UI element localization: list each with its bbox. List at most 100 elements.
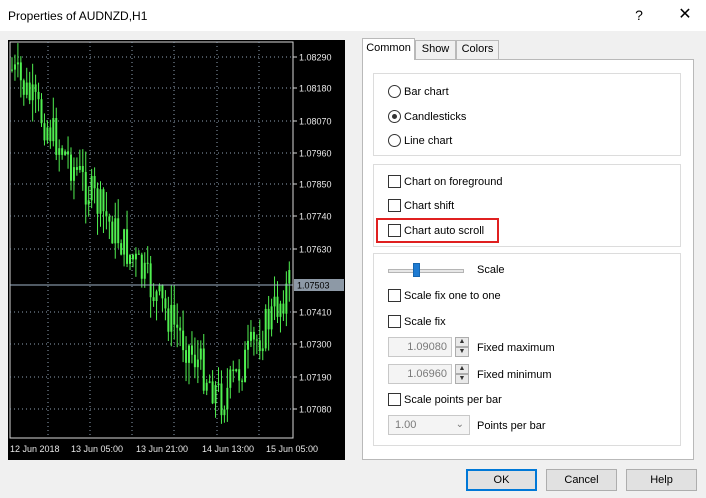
price-bar-body — [188, 345, 190, 363]
fixed-minimum-value: 1.06960 — [407, 368, 447, 380]
time-label: 14 Jun 13:00 — [202, 444, 254, 454]
price-label: 1.07190 — [299, 373, 332, 383]
checkbox[interactable] — [388, 175, 401, 188]
price-bar-body — [90, 176, 93, 201]
checkbox[interactable] — [388, 393, 401, 406]
fixed-maximum-label: Fixed maximum — [477, 342, 555, 354]
price-bar-body — [264, 308, 267, 349]
price-bar-body — [64, 151, 67, 155]
cancel-button[interactable]: Cancel — [546, 469, 617, 491]
fixed-maximum-input[interactable]: 1.09080 — [388, 337, 452, 357]
checkbox-label: Scale points per bar — [404, 394, 502, 406]
help-icon[interactable]: ? — [624, 4, 654, 26]
price-bar-body — [126, 229, 129, 264]
tab-show[interactable]: Show — [415, 40, 456, 59]
price-bar-body — [267, 308, 270, 330]
price-bar-body — [229, 369, 232, 388]
price-bar-body — [140, 254, 143, 279]
price-bar-body — [11, 69, 13, 71]
price-bar-body — [182, 330, 185, 351]
price-bar-body — [49, 127, 52, 142]
price-bar-body — [285, 283, 288, 314]
spin-up-icon[interactable]: ▲ — [455, 337, 469, 347]
close-icon[interactable]: ✕ — [670, 4, 700, 26]
radio-button[interactable] — [388, 85, 401, 98]
price-bar-body — [131, 255, 134, 260]
checkbox[interactable] — [388, 199, 401, 212]
price-label: 1.08180 — [299, 84, 332, 94]
radio-button[interactable] — [388, 134, 401, 147]
price-bar-body — [114, 218, 117, 244]
price-label: 1.07410 — [299, 308, 332, 318]
price-bar-body — [134, 253, 137, 260]
fixed-minimum-input[interactable]: 1.06960 — [388, 364, 452, 384]
price-bar-body — [214, 385, 217, 404]
ok-button[interactable]: OK — [466, 469, 537, 491]
price-label: 1.07630 — [299, 245, 332, 255]
price-bar-body — [61, 148, 64, 155]
scale-slider-track[interactable] — [388, 269, 464, 273]
price-bar-body — [99, 189, 102, 214]
price-bar-body — [247, 340, 249, 350]
price-bar-body — [78, 165, 81, 170]
spin-down-icon[interactable]: ▼ — [455, 347, 469, 357]
price-bar-body — [149, 263, 152, 298]
price-label: 1.07740 — [299, 212, 332, 222]
checkbox-label: Chart shift — [404, 200, 455, 212]
chevron-down-icon[interactable]: ⌄ — [456, 419, 464, 430]
price-bar-body — [223, 409, 226, 416]
price-bar-body — [84, 171, 87, 205]
price-bar-body — [40, 99, 43, 124]
help-button[interactable]: Help — [626, 469, 697, 491]
price-bar-body — [238, 369, 241, 381]
price-bar-body — [13, 64, 16, 70]
price-bar-body — [43, 123, 46, 141]
price-bar-body — [105, 211, 108, 217]
price-bar-body — [249, 331, 252, 341]
price-bar-body — [146, 262, 149, 264]
scale-slider-thumb[interactable] — [413, 263, 420, 277]
price-bar-body — [205, 382, 208, 391]
price-bar-body — [152, 297, 155, 301]
price-bar-body — [261, 348, 264, 352]
highlight-box — [376, 218, 499, 243]
price-bar-body — [196, 359, 199, 368]
tab-colors[interactable]: Colors — [456, 40, 499, 59]
time-label: 13 Jun 21:00 — [136, 444, 188, 454]
chart-preview: 1.08290 1.08180 1.08070 1.07960 1.07850 1.077… — [8, 40, 345, 460]
time-label: 12 Jun 2018 — [10, 444, 60, 454]
points-per-bar-combo[interactable]: 1.00 ⌄ — [388, 415, 470, 435]
checkbox-label: Scale fix — [404, 316, 446, 328]
time-label: 15 Jun 05:00 — [266, 444, 318, 454]
fixed-minimum-spinner[interactable]: ▲ ▼ — [455, 364, 469, 384]
price-bar-body — [252, 331, 255, 340]
price-bar-body — [282, 303, 285, 314]
fixed-minimum-label: Fixed minimum — [477, 369, 552, 381]
price-label: 1.07850 — [299, 180, 332, 190]
price-bar-body — [270, 306, 273, 330]
fixed-maximum-value: 1.09080 — [407, 341, 447, 353]
price-bar-body — [155, 291, 158, 301]
price-bar-body — [179, 327, 182, 331]
spin-down-icon[interactable]: ▼ — [455, 374, 469, 384]
checkbox[interactable] — [388, 315, 401, 328]
radio-label: Candlesticks — [404, 111, 467, 123]
points-per-bar-label: Points per bar — [477, 420, 546, 432]
price-bar-body — [19, 62, 22, 81]
fixed-maximum-spinner[interactable]: ▲ ▼ — [455, 337, 469, 357]
price-bar-body — [102, 189, 105, 212]
price-bar-body — [232, 369, 235, 372]
radio-label: Bar chart — [404, 86, 449, 98]
price-label: 1.07080 — [299, 405, 332, 415]
spin-up-icon[interactable]: ▲ — [455, 364, 469, 374]
price-bar-body — [72, 167, 75, 181]
price-bar-body — [208, 381, 211, 383]
tab-common[interactable]: Common — [362, 38, 415, 60]
price-bar-body — [190, 345, 193, 355]
price-bar-body — [58, 148, 61, 155]
radio-button-selected[interactable] — [388, 110, 401, 123]
price-bar-body — [25, 82, 28, 95]
title-bar: Properties of AUDNZD,H1 ? ✕ — [0, 0, 706, 31]
price-bar-body — [111, 221, 114, 244]
checkbox[interactable] — [388, 289, 401, 302]
